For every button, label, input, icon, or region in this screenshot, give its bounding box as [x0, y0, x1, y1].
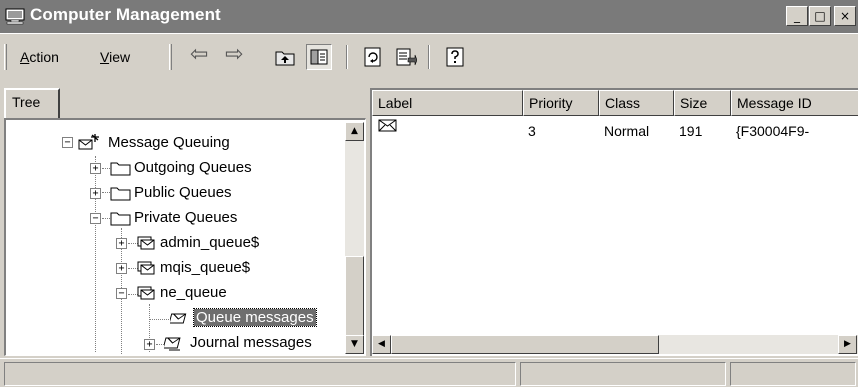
menu-action-accel: A: [20, 49, 30, 65]
maximize-icon: □: [814, 9, 826, 23]
cell-class: Normal: [604, 123, 650, 139]
scroll-right-button[interactable]: ▶: [838, 335, 857, 354]
menu-view-rest: iew: [109, 49, 131, 65]
show-hide-tree-icon: [310, 49, 328, 65]
menu-action-rest: ction: [29, 49, 59, 65]
menu-action[interactable]: Action: [20, 49, 59, 65]
folder-icon: [110, 212, 131, 226]
toolbar-grip[interactable]: [169, 44, 172, 70]
close-icon: ×: [839, 9, 851, 23]
expand-expander-icon[interactable]: +: [144, 339, 155, 350]
folder-icon: [110, 162, 131, 176]
tree-node-label: Private Queues: [134, 209, 238, 226]
forward-arrow-icon[interactable]: ⇨: [225, 42, 243, 67]
expand-expander-icon[interactable]: +: [90, 188, 101, 199]
computer-management-icon: [5, 8, 25, 25]
back-arrow-icon[interactable]: ⇦: [190, 42, 208, 67]
show-hide-tree-button[interactable]: [306, 44, 332, 70]
expand-expander-icon[interactable]: +: [116, 263, 127, 274]
column-header-class[interactable]: Class: [599, 90, 674, 116]
minimize-icon: _: [794, 9, 800, 23]
menu-view[interactable]: View: [100, 49, 130, 65]
tree-node-label: Journal messages: [190, 334, 312, 351]
message-queuing-icon: [78, 134, 99, 150]
tree-node-label: Message Queuing: [108, 134, 230, 151]
collapse-expander-icon[interactable]: −: [62, 137, 73, 148]
column-header-label[interactable]: Label: [372, 90, 523, 116]
minimize-button[interactable]: _: [786, 6, 808, 26]
tree-connector: [149, 319, 169, 320]
help-icon[interactable]: [444, 46, 466, 68]
collapse-expander-icon[interactable]: −: [90, 213, 101, 224]
tree-node-label-selected: Queue messages: [193, 308, 317, 327]
scroll-left-button[interactable]: ◀: [372, 335, 391, 354]
tree-vertical-scrollbar[interactable]: ▲ ▼: [345, 122, 364, 354]
tab-tree-label: Tree: [12, 94, 41, 110]
scroll-up-button[interactable]: ▲: [345, 122, 364, 141]
list-horizontal-scrollbar[interactable]: ◀ ▶: [372, 335, 858, 354]
status-panel: [520, 362, 726, 386]
status-bar: [0, 358, 858, 387]
expand-expander-icon[interactable]: +: [90, 163, 101, 174]
cell-priority: 3: [528, 123, 536, 139]
queue-icon: [137, 286, 155, 300]
collapse-expander-icon[interactable]: −: [116, 288, 127, 299]
export-list-icon[interactable]: [395, 46, 417, 68]
scroll-down-icon: ▼: [351, 339, 358, 349]
cell-size: 191: [679, 123, 703, 139]
column-header-size[interactable]: Size: [674, 90, 731, 116]
scroll-thumb[interactable]: [345, 256, 364, 336]
status-panel: [730, 362, 856, 386]
tree-node-label: Public Queues: [134, 184, 232, 201]
computer-management-window: Computer Management _ □ × Action View ⇦ …: [0, 0, 858, 387]
menu-view-accel: V: [100, 49, 110, 65]
tree-pane: − Message Queuing + Outgoing Queues + Pu…: [4, 118, 366, 356]
toolbar-separator: [346, 45, 348, 69]
close-button[interactable]: ×: [834, 6, 856, 26]
scroll-down-button[interactable]: ▼: [345, 335, 364, 354]
scroll-up-icon: ▲: [351, 126, 358, 136]
queue-messages-icon: [170, 313, 187, 324]
scroll-right-icon: ▶: [844, 339, 851, 349]
up-one-level-icon[interactable]: [274, 46, 296, 68]
column-header-message-id[interactable]: Message ID: [731, 90, 858, 116]
toolbar-separator: [428, 45, 430, 69]
journal-messages-icon: [164, 337, 181, 351]
queue-icon: [137, 261, 155, 275]
menu-grip[interactable]: [4, 44, 7, 70]
cell-message-id: {F30004F9-: [736, 123, 810, 139]
tree-node-label: Outgoing Queues: [134, 159, 252, 176]
tree-node-label: admin_queue$: [160, 234, 260, 251]
title-bar[interactable]: Computer Management _ □ ×: [0, 0, 858, 33]
window-title: Computer Management: [30, 5, 221, 24]
tree-node-label: mqis_queue$: [160, 259, 251, 276]
tree-node-label: ne_queue: [160, 284, 227, 301]
message-envelope-icon: [378, 119, 397, 132]
toolbar: Action View ⇦ ⇨: [0, 33, 858, 81]
queue-icon: [137, 236, 155, 250]
expand-expander-icon[interactable]: +: [116, 238, 127, 249]
scroll-left-icon: ◀: [378, 339, 385, 349]
folder-icon: [110, 187, 131, 201]
scroll-thumb[interactable]: [391, 335, 659, 354]
maximize-button[interactable]: □: [809, 6, 831, 26]
tab-tree[interactable]: Tree: [4, 88, 60, 120]
status-panel: [4, 362, 516, 386]
message-list-pane: Label Priority Class Size Message ID 3 N…: [370, 88, 858, 356]
refresh-icon[interactable]: [362, 46, 384, 68]
tree-connector: [95, 156, 96, 352]
column-header-priority[interactable]: Priority: [523, 90, 599, 116]
